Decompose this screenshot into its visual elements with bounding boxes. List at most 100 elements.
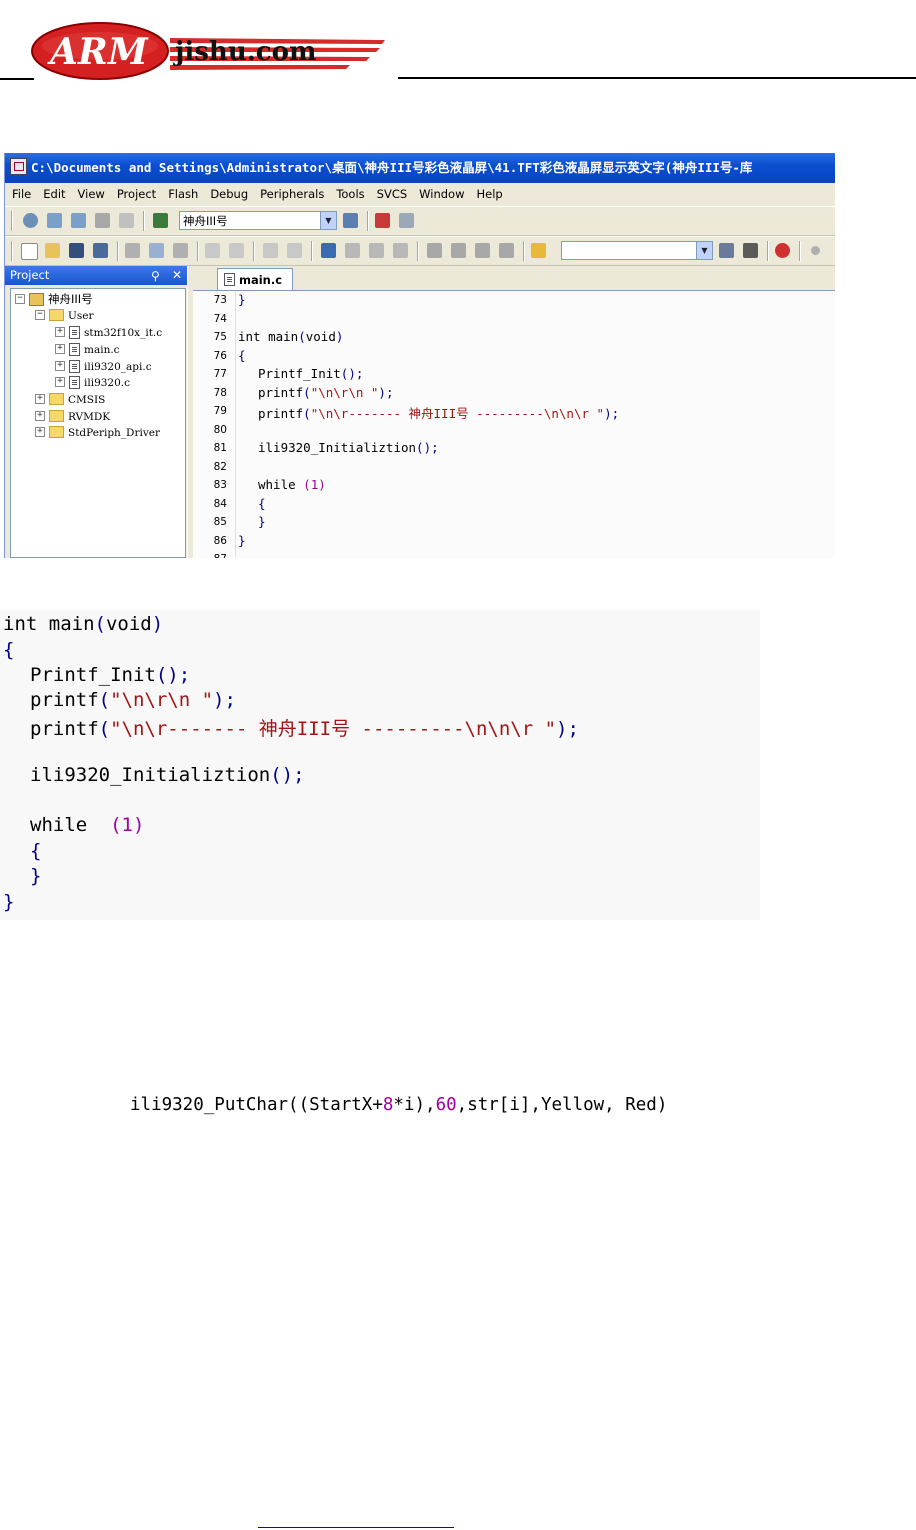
breakpoint-icon[interactable] — [811, 246, 820, 255]
tree-item-cmsis[interactable]: + CMSIS — [35, 392, 105, 408]
toolbar-separator — [143, 211, 145, 231]
new-file-icon[interactable] — [21, 243, 38, 260]
tree-item-main-c[interactable]: + main.c — [55, 342, 120, 358]
menu-edit[interactable]: Edit — [43, 187, 65, 201]
tree-item-rvmdk[interactable]: + RVMDK — [35, 409, 110, 425]
collapse-icon[interactable]: − — [35, 310, 45, 320]
line-number: 80 — [213, 423, 227, 436]
code-line: { — [3, 639, 15, 661]
undo-icon[interactable] — [205, 243, 220, 258]
next-bookmark-icon[interactable] — [369, 243, 384, 258]
toolbar-grip — [11, 241, 13, 261]
build-icon[interactable] — [47, 213, 62, 228]
manage-components-icon[interactable] — [375, 213, 390, 228]
indent-icon[interactable] — [427, 243, 442, 258]
tree-item-label: stm32f10x_it.c — [84, 327, 163, 339]
menu-window[interactable]: Window — [419, 187, 464, 201]
target-select-value: 神舟III号 — [183, 214, 228, 228]
save-all-icon[interactable] — [93, 243, 108, 258]
site-logo: ARM jishu.com — [30, 20, 390, 82]
toolbar-separator — [523, 241, 525, 261]
pin-icon[interactable]: ⚲ — [151, 267, 160, 286]
code-line: } — [238, 532, 246, 548]
close-icon[interactable]: ✕ — [169, 266, 185, 283]
menu-project[interactable]: Project — [117, 187, 156, 201]
c-file-icon — [69, 325, 80, 339]
menu-file[interactable]: File — [12, 187, 31, 201]
prev-bookmark-icon[interactable] — [345, 243, 360, 258]
code-line: Printf_Init(); — [258, 366, 364, 381]
redo-icon[interactable] — [229, 243, 244, 258]
bookmark-icon[interactable] — [321, 243, 336, 258]
unindent-icon[interactable] — [451, 243, 466, 258]
menu-debug[interactable]: Debug — [210, 187, 248, 201]
tab-main-c[interactable]: main.c — [217, 268, 293, 290]
incremental-find-icon[interactable] — [719, 243, 734, 258]
navigate-forward-icon[interactable] — [287, 243, 302, 258]
tree-item-stm32f10x-it[interactable]: + stm32f10x_it.c — [55, 325, 162, 341]
download-icon[interactable] — [153, 213, 168, 228]
tree-item-ili9320[interactable]: + ili9320.c — [55, 375, 130, 391]
tree-item-label: RVMDK — [68, 411, 111, 423]
paste-icon[interactable] — [173, 243, 188, 258]
clear-bookmarks-icon[interactable] — [393, 243, 408, 258]
line-number: 83 — [213, 479, 227, 491]
expand-icon[interactable]: + — [35, 411, 45, 421]
file-toolbar: ▼ — [5, 236, 835, 266]
menu-view[interactable]: View — [78, 187, 105, 201]
target-options-icon[interactable] — [343, 213, 358, 228]
c-file-icon — [69, 342, 80, 356]
project-panel-title: Project — [10, 268, 50, 282]
expand-icon[interactable]: + — [55, 361, 65, 371]
chevron-down-icon: ▼ — [320, 212, 336, 229]
rebuild-icon[interactable] — [71, 213, 86, 228]
expand-icon[interactable]: + — [55, 377, 65, 387]
navigate-back-icon[interactable] — [263, 243, 278, 258]
code-line: while (1) — [258, 477, 326, 492]
footer-link-underline[interactable] — [258, 1527, 454, 1528]
copy-icon[interactable] — [149, 243, 164, 258]
find-input[interactable]: ▼ — [561, 241, 713, 260]
save-icon[interactable] — [69, 243, 84, 258]
menu-peripherals[interactable]: Peripherals — [260, 187, 324, 201]
toolbar-separator — [253, 241, 255, 261]
menu-flash[interactable]: Flash — [168, 187, 198, 201]
tree-item-ili9320-api[interactable]: + ili9320_api.c — [55, 359, 152, 375]
code-line: printf("\n\r\n "); — [30, 689, 236, 711]
config-icon[interactable] — [743, 243, 758, 258]
find-in-files-icon[interactable] — [531, 243, 546, 258]
tree-item-label: ili9320_api.c — [84, 361, 152, 373]
tree-item-user[interactable]: − User — [35, 308, 93, 324]
tree-item-stdperiph-driver[interactable]: + StdPeriph_Driver — [35, 425, 160, 441]
expand-icon[interactable]: + — [55, 344, 65, 354]
target-select[interactable]: 神舟III号 ▼ — [179, 211, 337, 230]
cut-icon[interactable] — [125, 243, 140, 258]
toolbar-separator — [417, 241, 419, 261]
translate-icon[interactable] — [23, 213, 38, 228]
expand-icon[interactable]: + — [35, 394, 45, 404]
comment-icon[interactable] — [475, 243, 490, 258]
line-number: 82 — [213, 460, 227, 473]
uncomment-icon[interactable] — [499, 243, 514, 258]
debug-session-icon[interactable] — [775, 243, 790, 258]
menu-help[interactable]: Help — [477, 187, 503, 201]
menu-tools[interactable]: Tools — [336, 187, 364, 201]
open-folder-icon[interactable] — [45, 243, 60, 258]
collapse-icon[interactable]: − — [15, 294, 25, 304]
code-line: { — [238, 347, 246, 363]
expand-icon[interactable]: + — [55, 327, 65, 337]
code-editor[interactable]: 73 74 75 76 77 78 79 80 81 82 83 84 85 8… — [193, 291, 835, 558]
line-number: 87 — [193, 553, 227, 558]
batch-build-icon[interactable] — [95, 213, 110, 228]
expand-icon[interactable]: + — [35, 427, 45, 437]
select-packs-icon[interactable] — [399, 213, 414, 228]
tree-root[interactable]: − 神舟III号 — [15, 291, 93, 307]
header-rule-left — [0, 78, 34, 80]
menu-svcs[interactable]: SVCS — [377, 187, 408, 201]
tree-item-label: ili9320.c — [84, 377, 131, 389]
stop-build-icon[interactable] — [119, 213, 134, 228]
line-number: 74 — [213, 312, 227, 325]
code-line: printf("\n\r------- 神舟III号 ---------\n\n… — [30, 718, 579, 740]
line-number: 84 — [213, 497, 227, 510]
line-number-gutter: 73 74 75 76 77 78 79 80 81 82 83 84 85 8… — [193, 291, 236, 558]
